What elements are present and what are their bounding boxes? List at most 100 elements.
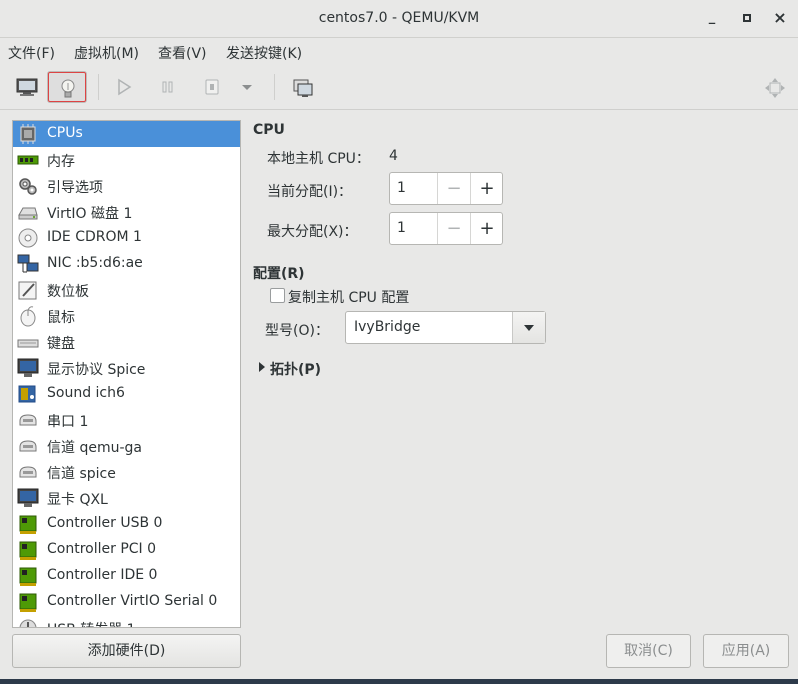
list-item-label: 信道 spice (47, 466, 116, 482)
minimize-button[interactable]: _ (704, 10, 720, 26)
list-item-label: Controller PCI 0 (47, 541, 157, 557)
max-alloc-value[interactable]: 1 (397, 220, 406, 236)
copy-host-checkbox[interactable] (270, 288, 285, 303)
list-item-disk[interactable]: VirtIO 磁盘 1 (13, 199, 240, 225)
apply-button[interactable]: 应用(A) (703, 634, 789, 668)
snapshots-button[interactable] (282, 71, 322, 103)
cpu-heading: CPU (253, 122, 285, 138)
pause-icon (162, 81, 173, 93)
list-item-nic[interactable]: NIC :b5:d6:ae (13, 251, 240, 277)
list-item-label: Controller IDE 0 (47, 567, 158, 583)
menubar: 文件(F) 虚拟机(M) 查看(V) 发送按键(K) (0, 39, 798, 65)
list-item-label: 引导选项 (47, 180, 103, 196)
list-item-channel-qemu-ga[interactable]: 信道 qemu-ga (13, 433, 240, 459)
list-item-usb-redirector[interactable]: USB 转发器 1 (13, 615, 240, 627)
current-alloc-spinner[interactable]: 1 − + (389, 172, 503, 205)
list-item-label: IDE CDROM 1 (47, 229, 142, 245)
window-title: centos7.0 - QEMU/KVM (318, 10, 480, 26)
host-cpu-label: 本地主机 CPU： (267, 151, 370, 167)
list-item-cdrom[interactable]: IDE CDROM 1 (13, 225, 240, 251)
topology-expander[interactable]: 拓扑(P) (270, 359, 321, 379)
list-item-tablet[interactable]: 数位板 (13, 277, 240, 303)
list-item-label: CPUs (47, 125, 83, 141)
shutdown-menu-button[interactable] (232, 71, 262, 103)
list-item-label: 鼠标 (47, 310, 75, 326)
max-alloc-decrement-button[interactable]: − (437, 213, 470, 244)
model-label: 型号(O)： (265, 323, 329, 339)
expander-arrow-icon[interactable] (259, 362, 265, 372)
list-item-label: VirtIO 磁盘 1 (47, 206, 133, 222)
shutdown-button[interactable] (192, 71, 232, 103)
model-combobox[interactable]: IvyBridge (345, 311, 546, 344)
list-item-boot-options[interactable]: 引导选项 (13, 173, 240, 199)
fullscreen-button[interactable] (754, 71, 794, 103)
list-item-mouse[interactable]: 鼠标 (13, 303, 240, 329)
memory-icon (17, 155, 39, 165)
run-button[interactable] (104, 71, 144, 103)
list-item-serial[interactable]: 串口 1 (13, 407, 240, 433)
lightbulb-icon (61, 79, 75, 98)
menu-vm[interactable]: 虚拟机(M) (74, 43, 139, 63)
current-alloc-increment-button[interactable]: + (470, 173, 503, 204)
desktop-edge (0, 679, 798, 684)
pause-button[interactable] (148, 71, 188, 103)
list-item-memory[interactable]: 内存 (13, 147, 240, 173)
toolbar-separator (274, 74, 275, 100)
list-item-cpus[interactable]: CPUs (13, 121, 240, 147)
list-item-channel-spice[interactable]: 信道 spice (13, 459, 240, 485)
network-icon (17, 254, 39, 273)
list-item-video[interactable]: 显卡 QXL (13, 485, 240, 511)
maximize-button[interactable] (739, 10, 755, 26)
max-alloc-increment-button[interactable]: + (470, 213, 503, 244)
controller-icon (19, 567, 37, 586)
list-item-label: 键盘 (47, 336, 75, 352)
list-item-label: USB 转发器 1 (47, 619, 136, 627)
close-button[interactable]: × (772, 10, 788, 26)
sound-icon (18, 385, 36, 403)
serial-icon (19, 414, 37, 426)
list-item-label: 信道 qemu-ga (47, 440, 142, 456)
cancel-button[interactable]: 取消(C) (606, 634, 691, 668)
list-item-controller-virtio-serial[interactable]: Controller VirtIO Serial 0 (13, 589, 240, 615)
copy-host-label[interactable]: 复制主机 CPU 配置 (288, 287, 409, 307)
chevron-down-icon[interactable] (512, 312, 545, 343)
snapshot-icon (293, 79, 313, 97)
host-cpu-value: 4 (389, 148, 398, 164)
menu-file[interactable]: 文件(F) (8, 43, 55, 63)
gears-icon (19, 178, 37, 195)
list-item-label: Controller VirtIO Serial 0 (47, 593, 218, 609)
console-view-button[interactable] (6, 71, 46, 103)
monitor-icon (16, 78, 38, 96)
toolbar (0, 66, 798, 110)
disk-icon (18, 207, 38, 220)
controller-icon (19, 593, 37, 612)
list-item-label: 显示协议 Spice (47, 362, 146, 378)
max-alloc-label: 最大分配(X)： (267, 224, 358, 240)
list-item-label: 串口 1 (47, 414, 89, 430)
current-alloc-label: 当前分配(I)： (267, 184, 353, 200)
list-item-keyboard[interactable]: 键盘 (13, 329, 240, 355)
current-alloc-decrement-button[interactable]: − (437, 173, 470, 204)
list-item-controller-ide[interactable]: Controller IDE 0 (13, 563, 240, 589)
list-item-label: 内存 (47, 154, 75, 170)
max-alloc-spinner[interactable]: 1 − + (389, 212, 503, 245)
toolbar-separator (98, 74, 99, 100)
details-view-button[interactable] (47, 71, 87, 103)
model-value[interactable]: IvyBridge (354, 319, 420, 335)
menu-send-key[interactable]: 发送按键(K) (226, 43, 302, 63)
list-item-sound[interactable]: Sound ich6 (13, 381, 240, 407)
list-item-controller-usb[interactable]: Controller USB 0 (13, 511, 240, 537)
list-item-controller-pci[interactable]: Controller PCI 0 (13, 537, 240, 563)
menu-view[interactable]: 查看(V) (158, 43, 207, 63)
power-icon (205, 79, 219, 95)
current-alloc-value[interactable]: 1 (397, 180, 406, 196)
config-heading: 配置(R) (253, 266, 305, 282)
cpu-icon (20, 124, 36, 144)
usb-icon (19, 619, 37, 627)
controller-icon (19, 541, 37, 560)
keyboard-icon (17, 339, 39, 348)
list-item-label: NIC :b5:d6:ae (47, 255, 143, 271)
add-hardware-button[interactable]: 添加硬件(D) (12, 634, 241, 668)
list-item-display[interactable]: 显示协议 Spice (13, 355, 240, 381)
hardware-list[interactable]: CPUs 内存 引导选项 VirtIO 磁盘 1 IDE CDROM 1 NIC… (12, 120, 241, 628)
